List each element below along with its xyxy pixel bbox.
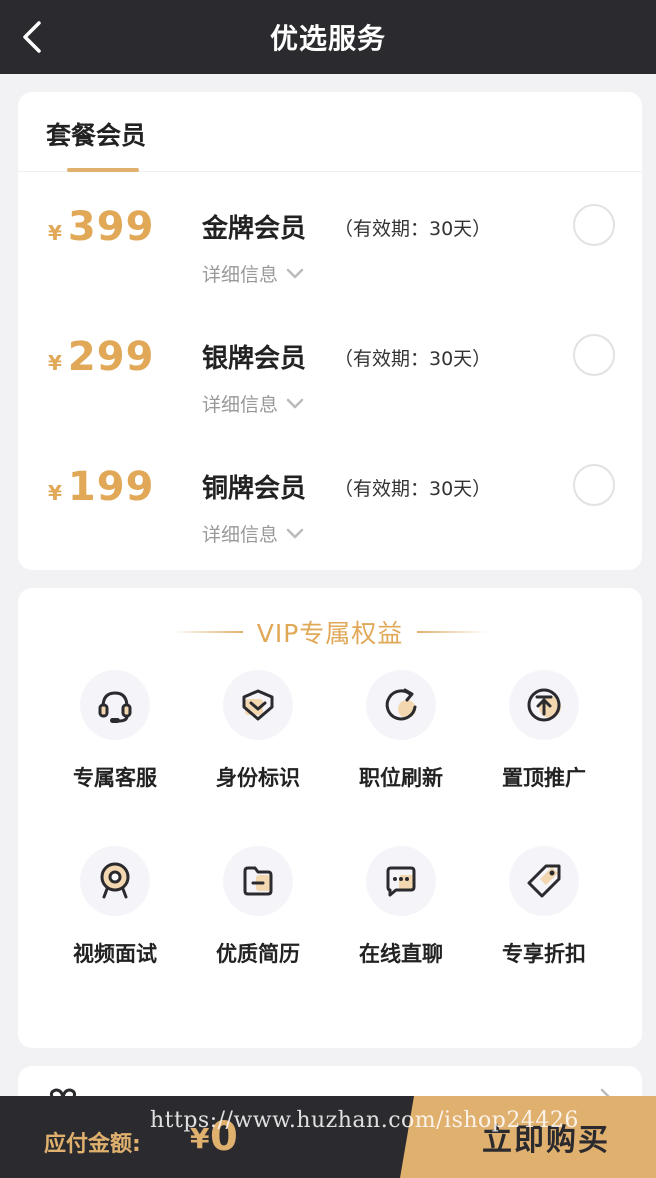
payable-label: 应付金额:	[44, 1132, 141, 1157]
plan-radio[interactable]	[573, 464, 615, 506]
benefit-job-refresh[interactable]: 职位刷新	[331, 670, 471, 792]
currency-symbol: ¥	[48, 221, 62, 245]
benefits-header: VIP专属权益	[18, 614, 642, 650]
benefit-label: 专属客服	[73, 766, 157, 790]
plan-detail-toggle[interactable]: 详细信息	[202, 260, 304, 287]
benefit-label: 专享折扣	[502, 942, 586, 966]
plan-price: ¥ 199	[48, 464, 154, 510]
price-amount: 299	[67, 334, 155, 380]
plan-detail-toggle[interactable]: 详细信息	[202, 390, 304, 417]
plans-card: 套餐会员 ¥ 399 金牌会员 （有效期：30天） 详细信息 ¥ 299 银牌会…	[18, 92, 642, 570]
tag-icon	[509, 846, 579, 916]
plan-radio[interactable]	[573, 334, 615, 376]
back-button[interactable]	[12, 17, 52, 57]
headset-icon	[80, 670, 150, 740]
chevron-down-icon	[286, 268, 304, 278]
benefit-exclusive-service[interactable]: 专属客服	[45, 670, 185, 792]
plan-name: 金牌会员	[202, 214, 307, 244]
plan-name: 银牌会员	[202, 344, 307, 374]
plan-price: ¥ 399	[48, 204, 154, 250]
currency-symbol: ¥	[48, 481, 62, 505]
chevron-left-icon	[23, 21, 41, 53]
top-bar: 优选服务	[0, 0, 656, 74]
plan-silver[interactable]: ¥ 299 银牌会员 （有效期：30天） 详细信息	[18, 324, 642, 444]
benefits-card: VIP专属权益 专属客服 身份标识 职位刷新 置顶推广 视频面试 优质简历 在线…	[18, 588, 642, 1048]
plan-price: ¥ 299	[48, 334, 154, 380]
badge-icon	[223, 670, 293, 740]
page-title: 优选服务	[269, 22, 386, 55]
benefit-top-promotion[interactable]: 置顶推广	[474, 670, 614, 792]
folder-icon	[223, 846, 293, 916]
plan-validity: （有效期：30天）	[334, 348, 492, 370]
plan-detail-label: 详细信息	[202, 264, 279, 286]
plan-name: 铜牌会员	[202, 474, 307, 504]
plans-tab-title[interactable]: 套餐会员	[46, 116, 146, 152]
currency-symbol: ¥	[48, 351, 62, 375]
benefit-label: 置顶推广	[502, 766, 586, 790]
webcam-icon	[80, 846, 150, 916]
benefit-label: 职位刷新	[359, 766, 443, 790]
pin-top-icon	[509, 670, 579, 740]
plan-bronze[interactable]: ¥ 199 铜牌会员 （有效期：30天） 详细信息	[18, 454, 642, 574]
benefit-online-chat[interactable]: 在线直聊	[331, 846, 471, 968]
chevron-down-icon	[286, 528, 304, 538]
refresh-icon	[366, 670, 436, 740]
watermark-text: https://www.huzhan.com/ishop24426	[150, 1108, 579, 1133]
plan-radio[interactable]	[573, 204, 615, 246]
price-amount: 199	[67, 464, 155, 510]
plan-validity: （有效期：30天）	[334, 478, 492, 500]
decor-line	[172, 631, 243, 633]
benefit-exclusive-discount[interactable]: 专享折扣	[474, 846, 614, 968]
plan-gold[interactable]: ¥ 399 金牌会员 （有效期：30天） 详细信息	[18, 194, 642, 314]
plan-detail-toggle[interactable]: 详细信息	[202, 520, 304, 547]
benefits-title: VIP专属权益	[256, 619, 404, 648]
price-amount: 399	[67, 204, 155, 250]
benefit-label: 优质简历	[216, 942, 300, 966]
chat-icon	[366, 846, 436, 916]
benefit-label: 视频面试	[73, 942, 157, 966]
tab-underline	[67, 168, 139, 172]
benefit-quality-resume[interactable]: 优质简历	[188, 846, 328, 968]
plans-header: 套餐会员	[18, 92, 642, 172]
plan-detail-label: 详细信息	[202, 524, 279, 546]
benefit-identity-badge[interactable]: 身份标识	[188, 670, 328, 792]
decor-line	[417, 631, 488, 633]
benefit-label: 身份标识	[216, 766, 300, 790]
plan-validity: （有效期：30天）	[334, 218, 492, 240]
benefit-label: 在线直聊	[359, 942, 443, 966]
chevron-down-icon	[286, 398, 304, 408]
plan-detail-label: 详细信息	[202, 394, 279, 416]
benefit-video-interview[interactable]: 视频面试	[45, 846, 185, 968]
